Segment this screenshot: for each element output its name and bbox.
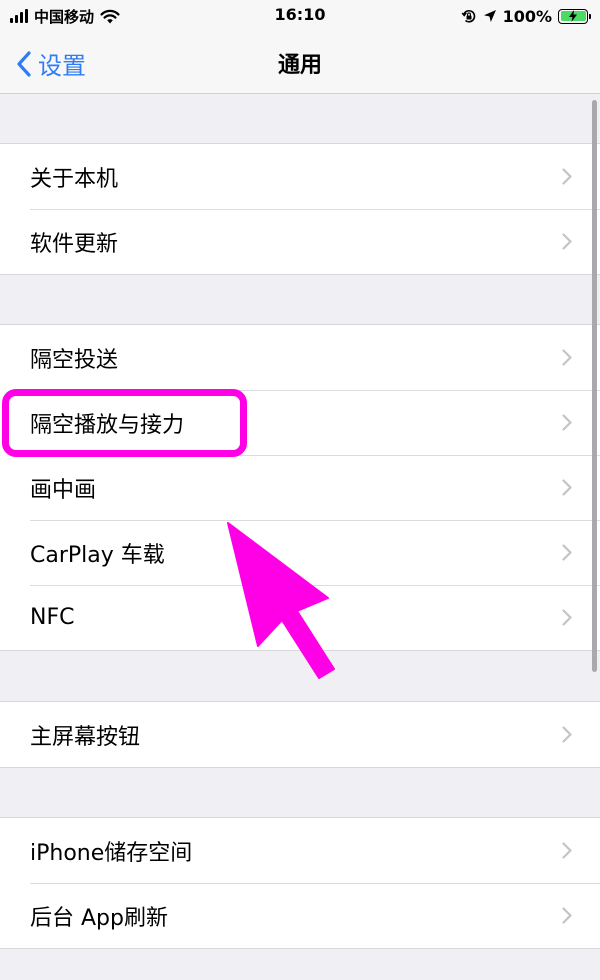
status-bar: 中国移动 16:10 100% — [0, 0, 600, 32]
settings-row-iphone-storage[interactable]: iPhone储存空间 — [0, 818, 600, 883]
settings-group-connectivity: 隔空投送 隔空播放与接力 画中画 CarPlay 车载 NFC — [0, 324, 600, 651]
settings-screen: 中国移动 16:10 100% 设置 通用 关于本机 软件更新 隔空投送 隔空播… — [0, 0, 600, 980]
settings-row-label: iPhone储存空间 — [30, 840, 193, 866]
annotation-highlight-box — [2, 389, 247, 457]
settings-row-label: 画中画 — [30, 477, 97, 503]
settings-row-label: 隔空投送 — [30, 347, 119, 373]
chevron-right-icon — [562, 842, 572, 859]
location-arrow-icon — [483, 10, 496, 22]
settings-row-label: NFC — [30, 605, 75, 630]
settings-row-label: 关于本机 — [30, 166, 119, 192]
chevron-right-icon — [562, 168, 572, 185]
chevron-right-icon — [562, 479, 572, 496]
settings-group-about: 关于本机 软件更新 — [0, 143, 600, 275]
settings-row-label: 主屏幕按钮 — [30, 724, 141, 750]
settings-row-about[interactable]: 关于本机 — [0, 144, 600, 209]
settings-group-home-button: 主屏幕按钮 — [0, 701, 600, 768]
settings-group-storage: iPhone储存空间 后台 App刷新 — [0, 817, 600, 949]
page-title: 通用 — [277, 53, 322, 78]
settings-row-label: CarPlay 车载 — [30, 542, 165, 568]
chevron-right-icon — [562, 233, 572, 250]
orientation-lock-icon — [461, 10, 475, 23]
settings-row-software-update[interactable]: 软件更新 — [0, 209, 600, 274]
chevron-right-icon — [562, 349, 572, 366]
settings-row-label: 后台 App刷新 — [30, 905, 168, 931]
scroll-indicator — [592, 100, 597, 672]
navigation-bar: 设置 通用 — [0, 32, 600, 94]
chevron-right-icon — [562, 544, 572, 561]
settings-row-home-button[interactable]: 主屏幕按钮 — [0, 702, 600, 767]
status-bar-right: 100% — [461, 4, 591, 28]
settings-row-label: 软件更新 — [30, 231, 119, 257]
chevron-right-icon — [562, 414, 572, 431]
chevron-right-icon — [562, 907, 572, 924]
chevron-right-icon — [562, 726, 572, 743]
battery-charging-icon — [558, 8, 591, 24]
battery-percent: 100% — [502, 6, 552, 26]
settings-row-airdrop[interactable]: 隔空投送 — [0, 325, 600, 390]
settings-row-carplay[interactable]: CarPlay 车载 — [0, 520, 600, 585]
settings-row-background-app-refresh[interactable]: 后台 App刷新 — [0, 883, 600, 948]
settings-row-nfc[interactable]: NFC — [0, 585, 600, 650]
settings-row-picture-in-picture[interactable]: 画中画 — [0, 455, 600, 520]
chevron-right-icon — [562, 609, 572, 626]
